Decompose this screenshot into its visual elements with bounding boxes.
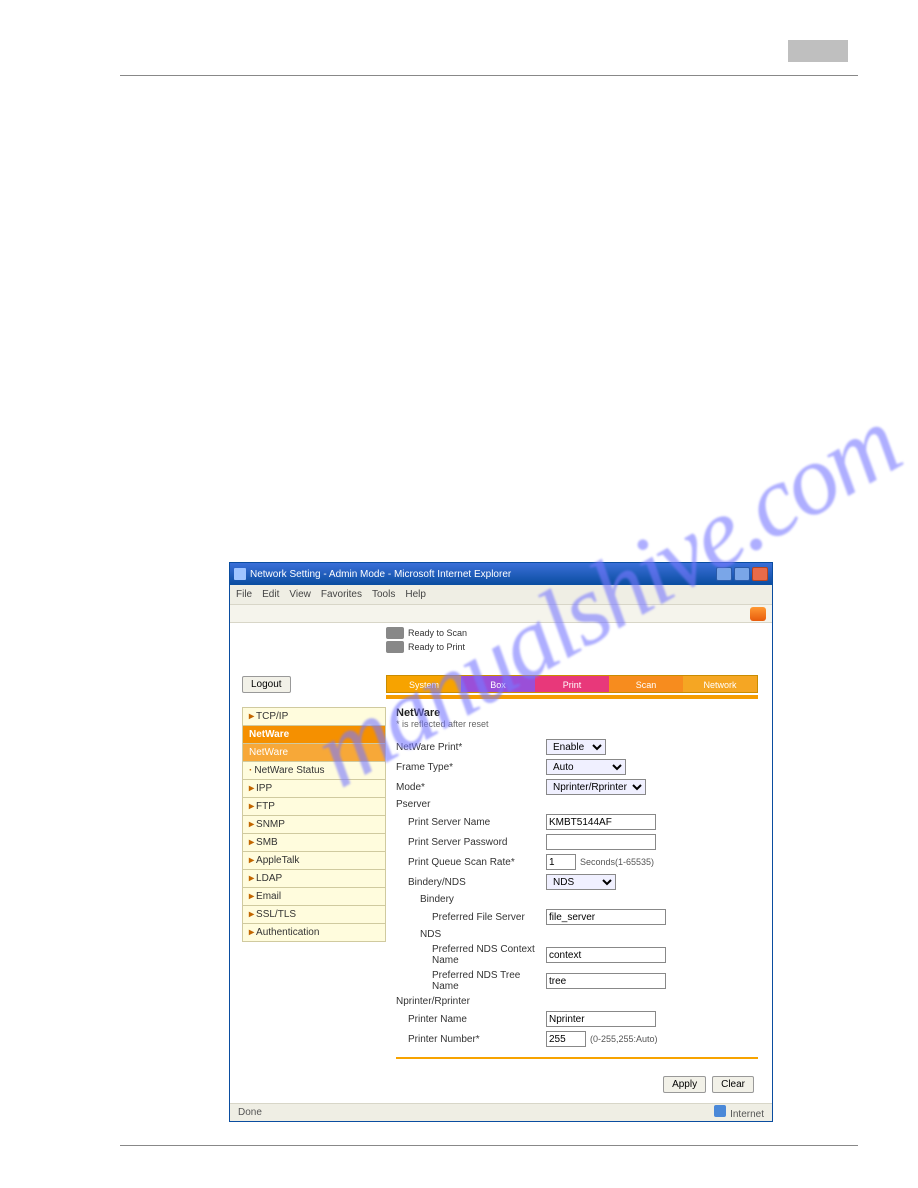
nprinter-rprinter-heading: Nprinter/Rprinter — [396, 996, 546, 1007]
sidebar-subitem-netware[interactable]: NetWare — [242, 744, 386, 762]
sidebar-item-ldap[interactable]: ▸LDAP — [242, 870, 386, 888]
bindery-nds-label: Bindery/NDS — [396, 877, 546, 888]
sidebar-item-ipp[interactable]: ▸IPP — [242, 780, 386, 798]
status-left: Done — [238, 1107, 262, 1118]
preferred-nds-tree-input[interactable] — [546, 973, 666, 989]
mode-label: Mode* — [396, 782, 546, 793]
main-panel: NetWare * is reflected after reset NetWa… — [396, 707, 758, 1059]
window-titlebar: Network Setting - Admin Mode - Microsoft… — [230, 563, 772, 585]
device-status: Ready to Scan Ready to Print — [386, 627, 467, 655]
frame-type-label: Frame Type* — [396, 762, 546, 773]
print-server-name-label: Print Server Name — [396, 817, 546, 828]
sidebar-item-appletalk[interactable]: ▸AppleTalk — [242, 852, 386, 870]
mode-select[interactable]: Nprinter/Rprinter — [546, 779, 646, 795]
apply-button[interactable]: Apply — [663, 1076, 706, 1093]
close-button[interactable] — [752, 567, 768, 581]
printer-icon — [386, 641, 404, 653]
preferred-file-server-label: Preferred File Server — [396, 912, 546, 923]
tab-box[interactable]: Box — [461, 676, 535, 692]
print-queue-scan-rate-suffix: Seconds(1-65535) — [580, 857, 654, 867]
menu-bar: File Edit View Favorites Tools Help — [230, 585, 772, 605]
bindery-nds-select[interactable]: NDS — [546, 874, 616, 890]
logout-button[interactable]: Logout — [242, 676, 291, 693]
preferred-nds-tree-label: Preferred NDS Tree Name — [396, 970, 546, 992]
nds-heading: NDS — [396, 929, 546, 940]
top-tabs: System Box Print Scan Network — [386, 675, 758, 693]
preferred-nds-context-input[interactable] — [546, 947, 666, 963]
window-title: Network Setting - Admin Mode - Microsoft… — [250, 569, 511, 580]
scanner-icon — [386, 627, 404, 639]
menu-edit[interactable]: Edit — [262, 589, 279, 600]
tab-underline — [386, 695, 758, 699]
printer-number-input[interactable] — [546, 1031, 586, 1047]
print-queue-scan-rate-input[interactable] — [546, 854, 576, 870]
tab-scan[interactable]: Scan — [609, 676, 683, 692]
status-right: Internet — [730, 1109, 764, 1120]
sidebar-item-snmp[interactable]: ▸SNMP — [242, 816, 386, 834]
sidebar-item-tcpip[interactable]: ▸TCP/IP — [242, 707, 386, 726]
sidebar-item-netware-status[interactable]: ·NetWare Status — [242, 762, 386, 780]
pserver-heading: Pserver — [396, 799, 546, 810]
sidebar-item-netware[interactable]: NetWare — [242, 726, 386, 744]
menu-favorites[interactable]: Favorites — [321, 589, 362, 600]
tab-print[interactable]: Print — [535, 676, 609, 692]
print-queue-scan-rate-label: Print Queue Scan Rate* — [396, 857, 546, 868]
header-rule — [120, 75, 858, 76]
explorer-icon — [234, 568, 246, 580]
netware-print-select[interactable]: Enable — [546, 739, 606, 755]
sidebar-item-ssl-tls[interactable]: ▸SSL/TLS — [242, 906, 386, 924]
menu-help[interactable]: Help — [405, 589, 426, 600]
tab-system[interactable]: System — [387, 676, 461, 692]
action-buttons: Apply Clear — [663, 1076, 754, 1093]
sidebar-item-email[interactable]: ▸Email — [242, 888, 386, 906]
separator — [396, 1057, 758, 1059]
clear-button[interactable]: Clear — [712, 1076, 754, 1093]
print-server-password-input[interactable] — [546, 834, 656, 850]
browser-window: Network Setting - Admin Mode - Microsoft… — [229, 562, 773, 1122]
sidebar-item-authentication[interactable]: ▸Authentication — [242, 924, 386, 942]
maximize-button[interactable] — [734, 567, 750, 581]
ready-print-label: Ready to Print — [408, 642, 465, 652]
printer-number-suffix: (0-255,255:Auto) — [590, 1034, 658, 1044]
footer-rule — [120, 1145, 858, 1146]
minimize-button[interactable] — [716, 567, 732, 581]
hint-text: * is reflected after reset — [396, 719, 758, 729]
preferred-nds-context-label: Preferred NDS Context Name — [396, 944, 546, 966]
menu-view[interactable]: View — [289, 589, 311, 600]
preferred-file-server-input[interactable] — [546, 909, 666, 925]
printer-name-input[interactable] — [546, 1011, 656, 1027]
print-server-name-input[interactable] — [546, 814, 656, 830]
ie-logo-icon — [750, 607, 766, 621]
ready-scan-label: Ready to Scan — [408, 628, 467, 638]
sidebar-item-ftp[interactable]: ▸FTP — [242, 798, 386, 816]
status-bar: Done Internet — [230, 1103, 772, 1121]
page-number-block — [788, 40, 848, 62]
netware-print-label: NetWare Print* — [396, 742, 546, 753]
toolbar-row — [230, 605, 772, 623]
menu-tools[interactable]: Tools — [372, 589, 395, 600]
sidebar-item-smb[interactable]: ▸SMB — [242, 834, 386, 852]
bindery-heading: Bindery — [396, 894, 546, 905]
tab-network[interactable]: Network — [683, 676, 757, 692]
menu-file[interactable]: File — [236, 589, 252, 600]
sidebar: ▸TCP/IP NetWare NetWare ·NetWare Status … — [242, 707, 386, 942]
frame-type-select[interactable]: Auto — [546, 759, 626, 775]
printer-name-label: Printer Name — [396, 1014, 546, 1025]
internet-zone-icon — [714, 1105, 726, 1117]
printer-number-label: Printer Number* — [396, 1034, 546, 1045]
page-title: NetWare — [396, 707, 758, 719]
print-server-password-label: Print Server Password — [396, 837, 546, 848]
